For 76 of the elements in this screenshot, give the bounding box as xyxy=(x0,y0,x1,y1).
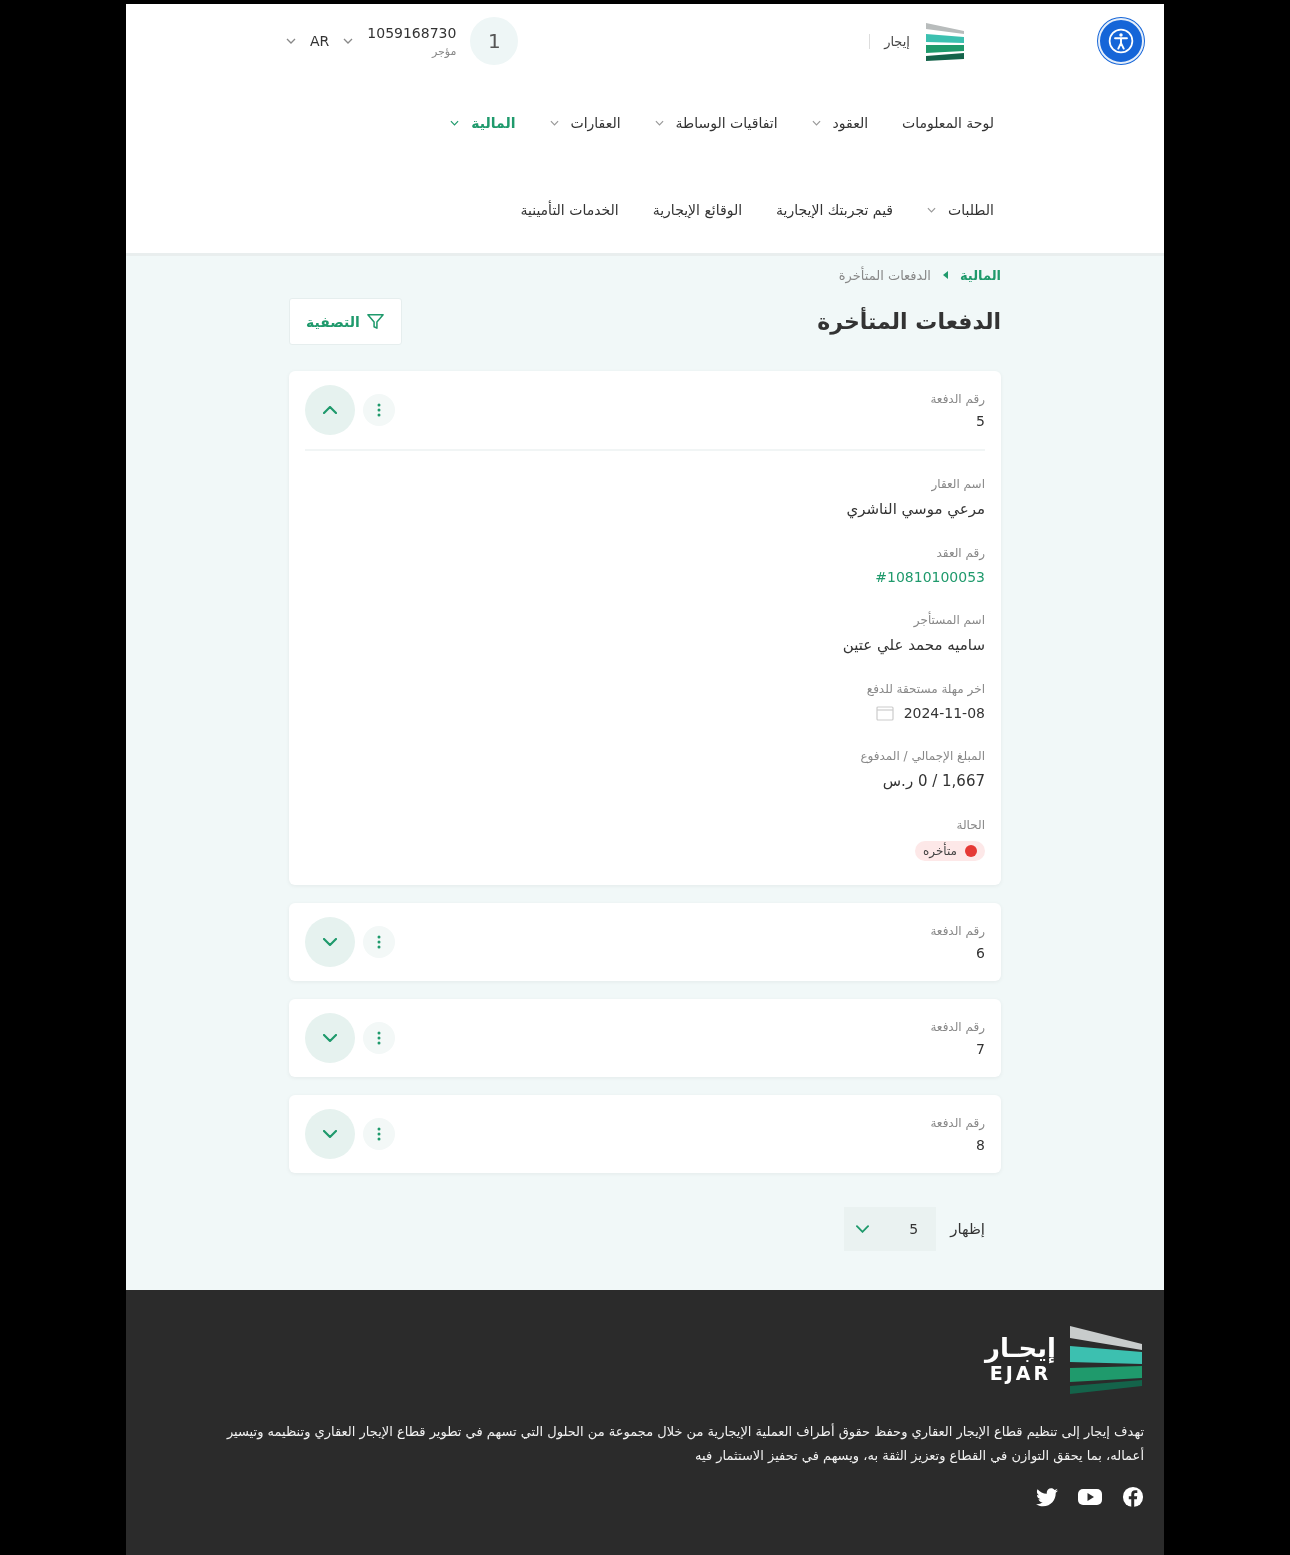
page-size-select[interactable]: 5 xyxy=(844,1207,937,1251)
filter-button[interactable]: التصفية xyxy=(289,298,402,345)
nav-item[interactable]: لوحة المعلومات xyxy=(902,114,994,131)
page-size-label: إظهار xyxy=(950,1220,985,1238)
expand-button[interactable] xyxy=(305,1013,355,1063)
field-label: اخر مهلة مستحقة للدفع xyxy=(866,682,985,696)
field-value: مرعي موسي الناشري xyxy=(846,500,985,518)
breadcrumb-separator-icon xyxy=(943,271,948,279)
field-label: اسم المستأجر xyxy=(913,613,985,627)
language-selector[interactable]: AR xyxy=(310,33,330,50)
expand-button[interactable] xyxy=(305,917,355,967)
field-label: رقم الدفعة xyxy=(930,391,985,406)
page-title: الدفعات المتأخرة xyxy=(817,309,1001,334)
field-label: رقم الدفعة xyxy=(930,1115,985,1130)
footer-description: تهدف إيجار إلى تنظيم قطاع الإيجار العقاري وحفظ حقوق أطراف العملية الإيجارية من خلال مجموعة من الحلول التي تسهم في تطوير قطاع الإيجار العقاري وتنظيمه وتيسير أعماله، بما يحقق التوازن في القطاع وتعزيز الثقة به، ويسهم في تحفيز الاستثمار فيه xyxy=(225,1422,1144,1466)
logo-text: إيجـار xyxy=(984,1333,1056,1363)
chevron-up-icon xyxy=(323,406,337,414)
field-label: اسم العقار xyxy=(931,477,985,491)
logo-icon[interactable] xyxy=(924,21,966,62)
payment-number: 6 xyxy=(976,944,985,961)
chevron-down-icon xyxy=(927,206,937,213)
nav-item[interactable]: اتفاقيات الوساطة xyxy=(654,114,778,131)
field-label: رقم الدفعة xyxy=(930,923,985,938)
field-label: رقم العقد xyxy=(936,546,985,560)
chevron-down-icon xyxy=(323,1034,337,1042)
twitter-icon[interactable] xyxy=(1036,1487,1058,1507)
status-badge: متأخره xyxy=(914,841,985,861)
accessibility-icon xyxy=(1108,28,1134,55)
payment-number: 8 xyxy=(976,1136,985,1153)
logo-icon xyxy=(1068,1324,1144,1394)
more-icon xyxy=(377,403,381,417)
expand-button[interactable] xyxy=(305,1109,355,1159)
chevron-down-icon xyxy=(856,1225,870,1233)
field-label: المبلغ الإجمالي / المدفوع xyxy=(860,749,985,763)
chevron-down-icon[interactable] xyxy=(343,38,354,45)
account-role: مؤجر xyxy=(431,44,457,58)
chevron-down-icon xyxy=(323,1130,337,1138)
filter-icon xyxy=(365,312,385,331)
logo-text: EJAR xyxy=(989,1362,1052,1385)
nav-item[interactable]: الوقائع الإيجارية xyxy=(652,201,743,218)
nav-item[interactable]: الخدمات التأمينية xyxy=(520,201,619,218)
breadcrumb-current: الدفعات المتأخرة xyxy=(838,267,931,283)
payment-number: 7 xyxy=(976,1040,985,1057)
more-icon xyxy=(377,935,381,949)
more-options-button[interactable] xyxy=(363,1118,395,1150)
field-value: 1,667 / 0 ر.س xyxy=(882,772,985,790)
chevron-down-icon[interactable] xyxy=(286,38,296,45)
contract-link[interactable]: #10810100053 xyxy=(875,569,985,585)
nav-item[interactable]: العقود xyxy=(811,114,869,131)
nav-item[interactable]: العقارات xyxy=(549,114,621,131)
collapse-button[interactable] xyxy=(305,385,355,435)
chevron-down-icon xyxy=(450,119,460,126)
field-value: 2024-11-08 xyxy=(903,705,985,721)
payment-number: 5 xyxy=(976,412,985,429)
chevron-down-icon xyxy=(549,119,559,126)
notification-count[interactable]: 1 xyxy=(470,17,519,66)
field-value: ساميه محمد علي عتين xyxy=(842,636,985,654)
more-options-button[interactable] xyxy=(363,926,395,958)
chevron-down-icon xyxy=(654,119,664,126)
chevron-down-icon xyxy=(323,938,337,946)
accessibility-button[interactable] xyxy=(1098,18,1144,65)
account-number[interactable]: 1059168730 xyxy=(367,24,457,41)
youtube-icon[interactable] xyxy=(1078,1488,1102,1506)
brand-label: إيجار xyxy=(869,33,910,49)
more-icon xyxy=(377,1031,381,1045)
more-options-button[interactable] xyxy=(363,394,395,426)
nav-item[interactable]: المالية xyxy=(450,114,516,131)
calendar-icon xyxy=(875,705,894,721)
nav-item[interactable]: الطلبات xyxy=(927,201,994,218)
field-label: الحالة xyxy=(956,818,985,832)
facebook-icon[interactable] xyxy=(1122,1486,1144,1508)
nav-item[interactable]: قيم تجربتك الإيجارية xyxy=(776,201,894,218)
field-label: رقم الدفعة xyxy=(930,1019,985,1034)
more-options-button[interactable] xyxy=(363,1022,395,1054)
more-icon xyxy=(377,1127,381,1141)
chevron-down-icon xyxy=(811,119,821,126)
